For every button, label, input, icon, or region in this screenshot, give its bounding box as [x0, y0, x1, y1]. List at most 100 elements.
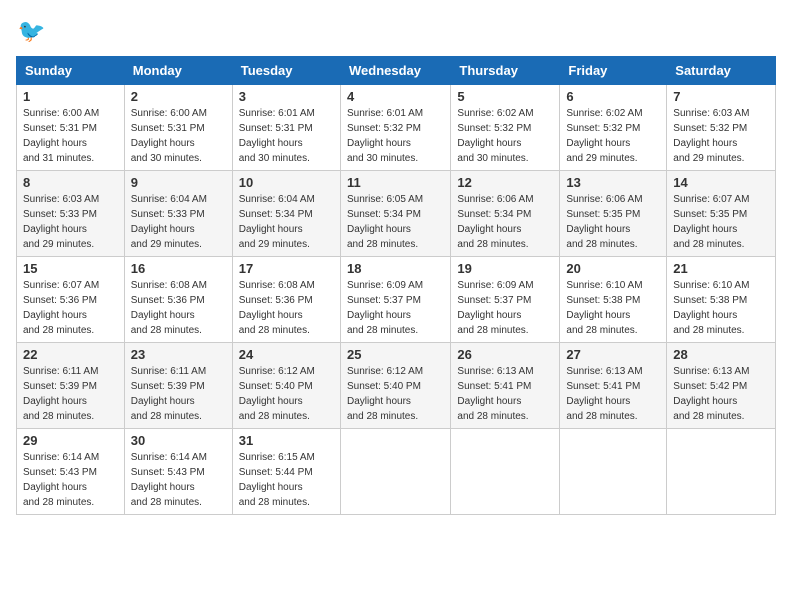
calendar-week-row: 22 Sunrise: 6:11 AM Sunset: 5:39 PM Dayl… — [17, 343, 776, 429]
calendar-cell: 4 Sunrise: 6:01 AM Sunset: 5:32 PM Dayli… — [340, 85, 450, 171]
calendar-header-saturday: Saturday — [667, 57, 776, 85]
calendar-cell: 27 Sunrise: 6:13 AM Sunset: 5:41 PM Dayl… — [560, 343, 667, 429]
day-number: 7 — [673, 89, 769, 104]
calendar-cell: 29 Sunrise: 6:14 AM Sunset: 5:43 PM Dayl… — [17, 429, 125, 515]
day-number: 5 — [457, 89, 553, 104]
calendar-cell: 13 Sunrise: 6:06 AM Sunset: 5:35 PM Dayl… — [560, 171, 667, 257]
svg-text:🐦: 🐦 — [18, 18, 46, 43]
day-info: Sunrise: 6:12 AM Sunset: 5:40 PM Dayligh… — [347, 364, 444, 424]
day-info: Sunrise: 6:00 AM Sunset: 5:31 PM Dayligh… — [131, 106, 226, 166]
calendar-week-row: 1 Sunrise: 6:00 AM Sunset: 5:31 PM Dayli… — [17, 85, 776, 171]
day-info: Sunrise: 6:14 AM Sunset: 5:43 PM Dayligh… — [131, 450, 226, 510]
day-info: Sunrise: 6:13 AM Sunset: 5:41 PM Dayligh… — [457, 364, 553, 424]
calendar-header-monday: Monday — [124, 57, 232, 85]
day-info: Sunrise: 6:01 AM Sunset: 5:32 PM Dayligh… — [347, 106, 444, 166]
day-number: 21 — [673, 261, 769, 276]
day-info: Sunrise: 6:08 AM Sunset: 5:36 PM Dayligh… — [239, 278, 334, 338]
day-info: Sunrise: 6:14 AM Sunset: 5:43 PM Dayligh… — [23, 450, 118, 510]
day-number: 19 — [457, 261, 553, 276]
calendar-cell: 21 Sunrise: 6:10 AM Sunset: 5:38 PM Dayl… — [667, 257, 776, 343]
day-info: Sunrise: 6:10 AM Sunset: 5:38 PM Dayligh… — [673, 278, 769, 338]
day-number: 29 — [23, 433, 118, 448]
day-number: 30 — [131, 433, 226, 448]
calendar-cell: 16 Sunrise: 6:08 AM Sunset: 5:36 PM Dayl… — [124, 257, 232, 343]
calendar-cell: 30 Sunrise: 6:14 AM Sunset: 5:43 PM Dayl… — [124, 429, 232, 515]
day-number: 20 — [566, 261, 660, 276]
calendar-cell: 15 Sunrise: 6:07 AM Sunset: 5:36 PM Dayl… — [17, 257, 125, 343]
calendar-cell: 10 Sunrise: 6:04 AM Sunset: 5:34 PM Dayl… — [232, 171, 340, 257]
day-number: 14 — [673, 175, 769, 190]
day-info: Sunrise: 6:04 AM Sunset: 5:33 PM Dayligh… — [131, 192, 226, 252]
day-number: 22 — [23, 347, 118, 362]
calendar-header-tuesday: Tuesday — [232, 57, 340, 85]
calendar-cell: 7 Sunrise: 6:03 AM Sunset: 5:32 PM Dayli… — [667, 85, 776, 171]
calendar-cell: 5 Sunrise: 6:02 AM Sunset: 5:32 PM Dayli… — [451, 85, 560, 171]
day-number: 2 — [131, 89, 226, 104]
day-number: 9 — [131, 175, 226, 190]
day-number: 18 — [347, 261, 444, 276]
calendar-cell: 28 Sunrise: 6:13 AM Sunset: 5:42 PM Dayl… — [667, 343, 776, 429]
day-number: 3 — [239, 89, 334, 104]
calendar-cell: 11 Sunrise: 6:05 AM Sunset: 5:34 PM Dayl… — [340, 171, 450, 257]
calendar-cell: 14 Sunrise: 6:07 AM Sunset: 5:35 PM Dayl… — [667, 171, 776, 257]
calendar-cell: 25 Sunrise: 6:12 AM Sunset: 5:40 PM Dayl… — [340, 343, 450, 429]
calendar-cell: 17 Sunrise: 6:08 AM Sunset: 5:36 PM Dayl… — [232, 257, 340, 343]
day-number: 31 — [239, 433, 334, 448]
calendar-cell: 3 Sunrise: 6:01 AM Sunset: 5:31 PM Dayli… — [232, 85, 340, 171]
calendar-cell: 12 Sunrise: 6:06 AM Sunset: 5:34 PM Dayl… — [451, 171, 560, 257]
calendar-cell — [451, 429, 560, 515]
calendar-cell: 8 Sunrise: 6:03 AM Sunset: 5:33 PM Dayli… — [17, 171, 125, 257]
calendar-header-thursday: Thursday — [451, 57, 560, 85]
day-info: Sunrise: 6:07 AM Sunset: 5:35 PM Dayligh… — [673, 192, 769, 252]
calendar-week-row: 8 Sunrise: 6:03 AM Sunset: 5:33 PM Dayli… — [17, 171, 776, 257]
calendar-week-row: 15 Sunrise: 6:07 AM Sunset: 5:36 PM Dayl… — [17, 257, 776, 343]
day-number: 6 — [566, 89, 660, 104]
day-info: Sunrise: 6:13 AM Sunset: 5:42 PM Dayligh… — [673, 364, 769, 424]
day-number: 27 — [566, 347, 660, 362]
day-info: Sunrise: 6:00 AM Sunset: 5:31 PM Dayligh… — [23, 106, 118, 166]
page-header: 🐦 — [16, 16, 776, 48]
calendar-cell: 9 Sunrise: 6:04 AM Sunset: 5:33 PM Dayli… — [124, 171, 232, 257]
calendar-header-wednesday: Wednesday — [340, 57, 450, 85]
calendar-cell: 31 Sunrise: 6:15 AM Sunset: 5:44 PM Dayl… — [232, 429, 340, 515]
calendar-cell: 19 Sunrise: 6:09 AM Sunset: 5:37 PM Dayl… — [451, 257, 560, 343]
calendar-cell: 26 Sunrise: 6:13 AM Sunset: 5:41 PM Dayl… — [451, 343, 560, 429]
day-info: Sunrise: 6:06 AM Sunset: 5:35 PM Dayligh… — [566, 192, 660, 252]
calendar-cell: 18 Sunrise: 6:09 AM Sunset: 5:37 PM Dayl… — [340, 257, 450, 343]
day-number: 1 — [23, 89, 118, 104]
day-number: 24 — [239, 347, 334, 362]
calendar-cell: 23 Sunrise: 6:11 AM Sunset: 5:39 PM Dayl… — [124, 343, 232, 429]
day-info: Sunrise: 6:11 AM Sunset: 5:39 PM Dayligh… — [23, 364, 118, 424]
calendar-table: SundayMondayTuesdayWednesdayThursdayFrid… — [16, 56, 776, 515]
calendar-header-friday: Friday — [560, 57, 667, 85]
calendar-cell: 6 Sunrise: 6:02 AM Sunset: 5:32 PM Dayli… — [560, 85, 667, 171]
calendar-cell: 24 Sunrise: 6:12 AM Sunset: 5:40 PM Dayl… — [232, 343, 340, 429]
calendar-cell — [667, 429, 776, 515]
logo-icon: 🐦 — [16, 16, 48, 48]
day-number: 13 — [566, 175, 660, 190]
day-info: Sunrise: 6:08 AM Sunset: 5:36 PM Dayligh… — [131, 278, 226, 338]
calendar-cell: 20 Sunrise: 6:10 AM Sunset: 5:38 PM Dayl… — [560, 257, 667, 343]
calendar-cell — [560, 429, 667, 515]
day-info: Sunrise: 6:12 AM Sunset: 5:40 PM Dayligh… — [239, 364, 334, 424]
day-number: 16 — [131, 261, 226, 276]
calendar-week-row: 29 Sunrise: 6:14 AM Sunset: 5:43 PM Dayl… — [17, 429, 776, 515]
day-info: Sunrise: 6:02 AM Sunset: 5:32 PM Dayligh… — [566, 106, 660, 166]
day-info: Sunrise: 6:13 AM Sunset: 5:41 PM Dayligh… — [566, 364, 660, 424]
day-number: 8 — [23, 175, 118, 190]
day-number: 26 — [457, 347, 553, 362]
day-info: Sunrise: 6:05 AM Sunset: 5:34 PM Dayligh… — [347, 192, 444, 252]
day-number: 17 — [239, 261, 334, 276]
day-number: 4 — [347, 89, 444, 104]
day-number: 12 — [457, 175, 553, 190]
day-info: Sunrise: 6:04 AM Sunset: 5:34 PM Dayligh… — [239, 192, 334, 252]
day-info: Sunrise: 6:06 AM Sunset: 5:34 PM Dayligh… — [457, 192, 553, 252]
logo: 🐦 — [16, 16, 52, 48]
calendar-cell: 1 Sunrise: 6:00 AM Sunset: 5:31 PM Dayli… — [17, 85, 125, 171]
day-number: 10 — [239, 175, 334, 190]
day-info: Sunrise: 6:09 AM Sunset: 5:37 PM Dayligh… — [347, 278, 444, 338]
day-info: Sunrise: 6:02 AM Sunset: 5:32 PM Dayligh… — [457, 106, 553, 166]
day-number: 11 — [347, 175, 444, 190]
day-info: Sunrise: 6:03 AM Sunset: 5:32 PM Dayligh… — [673, 106, 769, 166]
day-info: Sunrise: 6:11 AM Sunset: 5:39 PM Dayligh… — [131, 364, 226, 424]
